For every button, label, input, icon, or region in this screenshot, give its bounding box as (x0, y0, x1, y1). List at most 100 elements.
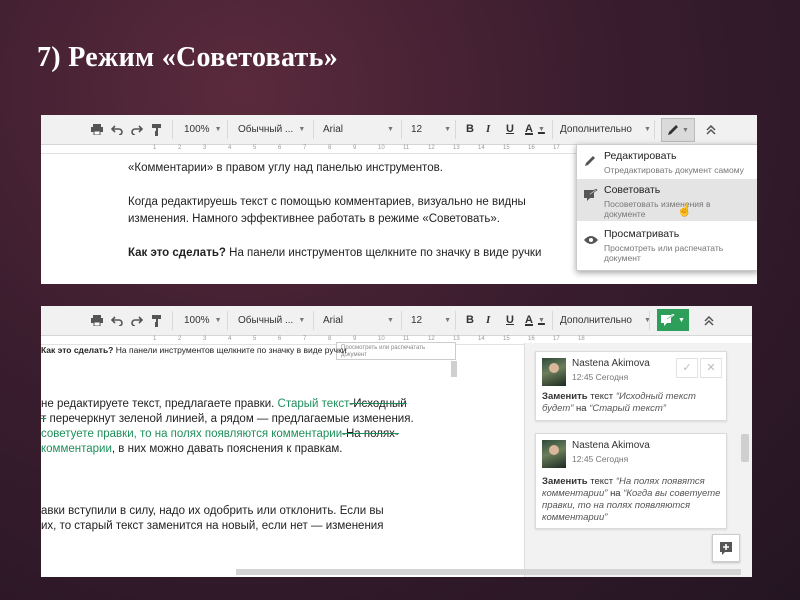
ruler-number: 14 (478, 145, 485, 151)
comment-author: Nastena Akimova (572, 440, 650, 451)
underline-button[interactable]: U (506, 306, 514, 335)
zoom-select[interactable]: 100% ▼ (184, 115, 222, 144)
more-menu[interactable]: Дополнительно ▼ (560, 306, 651, 335)
more-menu[interactable]: Дополнительно ▼ (560, 115, 651, 144)
font-select[interactable]: Arial ▼ (323, 115, 394, 144)
text-run: , в них можно давать пояснения к правкам… (111, 443, 343, 455)
ruler-number: 7 (303, 145, 307, 151)
suggestion-card[interactable]: Nastena Akimova 12:45 Сегодня Заменить т… (535, 433, 727, 529)
paint-format-icon[interactable] (151, 115, 163, 144)
ruler-number: 6 (278, 336, 282, 342)
doc-line: изменения. Намного эффективнее работать … (128, 213, 500, 225)
menu-item-view[interactable]: Просматривать Просмотреть или распечатат… (577, 223, 757, 263)
doc-line: т перечеркнут зеленой линией, а рядом — … (41, 413, 414, 425)
docs-screenshot-suggest-mode: 100% ▼ Обычный ... ▼ Arial ▼ 12 ▼ B I U A ▼ Д… (41, 306, 752, 577)
pencil-icon (584, 154, 596, 172)
suggested-delete: -Исходный (349, 398, 407, 410)
horizontal-scrollbar[interactable] (236, 569, 741, 575)
hand-cursor-icon: ☝ (677, 203, 692, 217)
ruler-number: 5 (253, 336, 257, 342)
redo-icon[interactable] (131, 306, 143, 335)
menu-item-label: Редактировать (604, 150, 677, 162)
tooltip: Просмотреть или распечатать документ (336, 342, 456, 360)
ruler-number: 13 (453, 145, 460, 151)
doc-line-rest: На панели инструментов щелкните по значк… (225, 247, 542, 259)
ruler-number: 5 (253, 145, 257, 151)
ruler-number: 1 (153, 145, 157, 151)
text-run: не редактируете текст, предлагаете правк… (41, 398, 275, 410)
doc-line: их, то старый текст заменится на новый, … (41, 520, 384, 532)
print-icon[interactable] (91, 306, 103, 335)
font-select[interactable]: Arial ▼ (323, 306, 394, 335)
text-color-button[interactable]: A ▼ (525, 306, 545, 335)
font-value: Arial (323, 124, 344, 135)
italic-button[interactable]: I (486, 306, 490, 335)
ruler-number: 12 (428, 145, 435, 151)
underline-button[interactable]: U (506, 115, 514, 144)
doc-line: авки вступили в силу, надо их одобрить и… (41, 505, 384, 517)
doc-line: советуете правки, то на полях появляются… (41, 428, 399, 440)
reject-x-icon[interactable]: ✕ (700, 358, 722, 378)
text-color-label: A (525, 123, 533, 135)
eye-icon (584, 232, 598, 250)
ruler-number: 15 (503, 145, 510, 151)
comment-author: Nastena Akimova (572, 358, 650, 369)
docs-toolbar: 100% ▼ Обычный ... ▼ Arial ▼ 12 ▼ B I U A ▼ Д… (41, 115, 757, 145)
italic-button[interactable]: I (486, 115, 490, 144)
scrollbar-thumb[interactable] (741, 434, 749, 462)
collapse-toolbar-icon[interactable] (704, 306, 714, 335)
menu-item-label: Просматривать (604, 228, 680, 240)
suggested-delete: -На полях- (342, 428, 399, 440)
comment-time: 12:45 Сегодня (572, 454, 629, 464)
text-run: текст (590, 391, 614, 402)
doc-line: «Комментарии» в правом углу над панелью … (128, 162, 443, 174)
style-select[interactable]: Обычный ... ▼ (238, 306, 305, 335)
ruler-number: 16 (528, 145, 535, 151)
style-select[interactable]: Обычный ... ▼ (238, 115, 305, 144)
ruler-number: 15 (503, 336, 510, 342)
bold-button[interactable]: B (466, 306, 474, 335)
doc-line: Как это сделать? На панели инструментов … (41, 345, 347, 355)
undo-icon[interactable] (111, 115, 123, 144)
suggestion-action: Заменить (542, 476, 588, 487)
ruler-number: 16 (528, 336, 535, 342)
editing-mode-button[interactable]: ▼ (661, 118, 695, 142)
ruler-number: 10 (378, 145, 385, 151)
font-size-select[interactable]: 12 ▼ (411, 306, 451, 335)
doc-line-bold: Как это сделать? (41, 345, 114, 355)
paint-format-icon[interactable] (151, 306, 163, 335)
zoom-select[interactable]: 100% ▼ (184, 306, 222, 335)
text-color-label: A (525, 314, 533, 326)
collapse-toolbar-icon[interactable] (706, 115, 716, 144)
ruler-number: 9 (353, 145, 357, 151)
add-comment-button[interactable] (712, 534, 740, 562)
redo-icon[interactable] (131, 115, 143, 144)
ruler-number: 2 (178, 336, 182, 342)
undo-icon[interactable] (111, 306, 123, 335)
menu-item-suggest[interactable]: Советовать Посоветовать изменения в доку… (577, 179, 757, 221)
bold-button[interactable]: B (466, 115, 474, 144)
scrollbar-thumb[interactable] (451, 361, 457, 377)
accept-check-icon[interactable]: ✓ (676, 358, 698, 378)
docs-toolbar: 100% ▼ Обычный ... ▼ Arial ▼ 12 ▼ B I U A ▼ Д… (41, 306, 752, 336)
ruler-number: 17 (553, 145, 560, 151)
font-size-value: 12 (411, 315, 423, 326)
doc-line-bold: Как это сделать? (128, 247, 226, 259)
text-run: текст (590, 476, 614, 487)
pencil-icon (668, 125, 679, 135)
avatar (542, 440, 566, 468)
ruler-number: 2 (178, 145, 182, 151)
font-size-value: 12 (411, 124, 423, 135)
suggested-insert: Старый текст (274, 398, 350, 410)
print-icon[interactable] (91, 115, 103, 144)
font-size-select[interactable]: 12 ▼ (411, 115, 451, 144)
avatar (542, 358, 566, 386)
menu-item-label: Советовать (604, 184, 661, 196)
more-label: Дополнительно (560, 315, 632, 326)
zoom-value: 100% (184, 315, 210, 326)
suggestion-card[interactable]: Nastena Akimova 12:45 Сегодня ✓ ✕ Замени… (535, 351, 727, 421)
text-color-button[interactable]: A ▼ (525, 115, 545, 144)
suggesting-mode-button[interactable]: ▼ (657, 309, 689, 331)
ruler-number: 6 (278, 145, 282, 151)
ruler-number: 11 (403, 145, 410, 151)
